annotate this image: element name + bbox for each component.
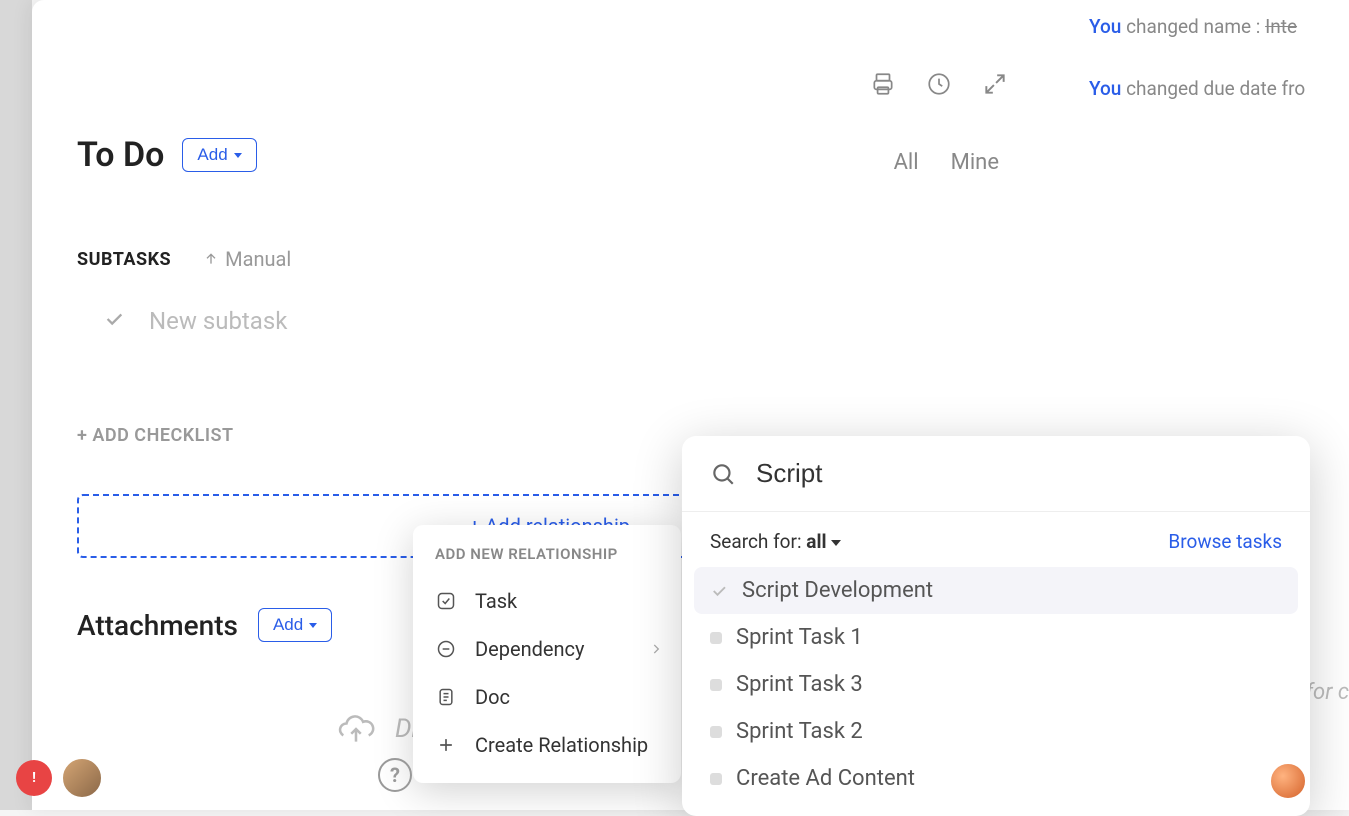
menu-label: Dependency — [475, 637, 584, 661]
chevron-right-icon — [649, 637, 663, 661]
new-subtask-placeholder: New subtask — [149, 307, 287, 335]
search-icon — [710, 461, 736, 487]
result-label: Script Development — [742, 578, 933, 603]
activity-text: changed due date fro — [1126, 77, 1305, 100]
sort-label: Manual — [225, 247, 291, 271]
status-bullet — [710, 773, 722, 785]
presence-avatars: ! — [16, 756, 104, 800]
notification-badge[interactable]: ! — [16, 760, 52, 796]
result-item[interactable]: Sprint Task 1 — [694, 614, 1298, 661]
activity-log: You changed name : Inte You changed due … — [1089, 0, 1349, 106]
title-row: To Do Add — [77, 135, 1304, 175]
relationship-context-menu: ADD NEW RELATIONSHIP Task Dependency Doc… — [413, 525, 681, 783]
check-icon — [710, 582, 728, 600]
search-scope-toggle[interactable]: Search for: all — [710, 530, 841, 553]
toolbar-icons — [869, 70, 1009, 98]
status-bullet — [710, 726, 722, 738]
menu-item-doc[interactable]: Doc — [413, 673, 681, 721]
arrow-up-icon — [203, 251, 219, 267]
menu-label: Doc — [475, 685, 510, 709]
activity-entry: You changed due date fro — [1089, 72, 1349, 106]
result-label: Sprint Task 1 — [736, 625, 863, 650]
subtasks-header: SUBTASKS Manual — [77, 247, 1304, 271]
task-search-panel: Search for: all Browse tasks Script Deve… — [682, 436, 1310, 816]
menu-label: Task — [475, 589, 517, 613]
status-bullet — [710, 632, 722, 644]
print-icon[interactable] — [869, 70, 897, 98]
search-row — [682, 436, 1310, 512]
tab-all[interactable]: All — [894, 150, 919, 175]
menu-item-dependency[interactable]: Dependency — [413, 625, 681, 673]
activity-entry: You changed name : Inte — [1089, 10, 1349, 44]
check-square-icon — [435, 590, 457, 612]
help-icon[interactable]: ? — [378, 758, 412, 792]
activity-old-value: Inte — [1265, 15, 1297, 38]
tab-mine[interactable]: Mine — [951, 150, 999, 175]
doc-icon — [435, 686, 457, 708]
browse-tasks-link[interactable]: Browse tasks — [1168, 530, 1282, 553]
chevron-down-icon — [831, 540, 841, 546]
result-label: Create Ad Content — [736, 766, 915, 791]
menu-label: Create Relationship — [475, 733, 648, 757]
filter-value: all — [806, 530, 826, 553]
new-subtask-row[interactable]: New subtask — [77, 307, 1304, 335]
search-results: Script Development Sprint Task 1 Sprint … — [682, 563, 1310, 816]
add-label: Add — [273, 615, 303, 635]
add-label: Add — [197, 145, 227, 165]
expand-icon[interactable] — [981, 70, 1009, 98]
status-bullet — [710, 679, 722, 691]
filter-prefix: Search for: — [710, 530, 806, 553]
page-title: To Do — [77, 135, 164, 175]
activity-text: changed name : — [1126, 15, 1265, 38]
result-label: Sprint Task 3 — [736, 672, 863, 697]
result-item[interactable]: Script Development — [694, 567, 1298, 614]
avatar[interactable] — [60, 756, 104, 800]
history-icon[interactable] — [925, 70, 953, 98]
chevron-down-icon — [234, 153, 242, 158]
result-label: Sprint Task 2 — [736, 719, 863, 744]
minus-circle-icon — [435, 638, 457, 660]
check-icon — [103, 308, 125, 334]
attachments-title: Attachments — [77, 609, 238, 642]
clipped-text: for c — [1306, 680, 1349, 705]
search-input[interactable] — [756, 458, 1282, 489]
result-item[interactable]: Sprint Task 2 — [694, 708, 1298, 755]
chevron-down-icon — [309, 623, 317, 628]
activity-actor: You — [1089, 15, 1121, 38]
menu-item-task[interactable]: Task — [413, 577, 681, 625]
menu-header: ADD NEW RELATIONSHIP — [413, 545, 681, 577]
menu-item-create-relationship[interactable]: Create Relationship — [413, 721, 681, 769]
attachments-add-button[interactable]: Add — [258, 608, 332, 642]
avatar[interactable] — [1269, 762, 1307, 800]
activity-actor: You — [1089, 77, 1121, 100]
filter-row: Search for: all Browse tasks — [682, 512, 1310, 563]
cloud-upload-icon — [337, 710, 375, 748]
app-sidebar — [0, 0, 32, 810]
title-add-button[interactable]: Add — [182, 138, 256, 172]
result-item[interactable]: Create Ad Content — [694, 755, 1298, 802]
result-item[interactable]: Sprint Task 3 — [694, 661, 1298, 708]
subtasks-label: SUBTASKS — [77, 249, 171, 270]
sort-toggle[interactable]: Manual — [203, 247, 291, 271]
plus-icon — [435, 734, 457, 756]
activity-tabs: All Mine — [894, 150, 999, 175]
